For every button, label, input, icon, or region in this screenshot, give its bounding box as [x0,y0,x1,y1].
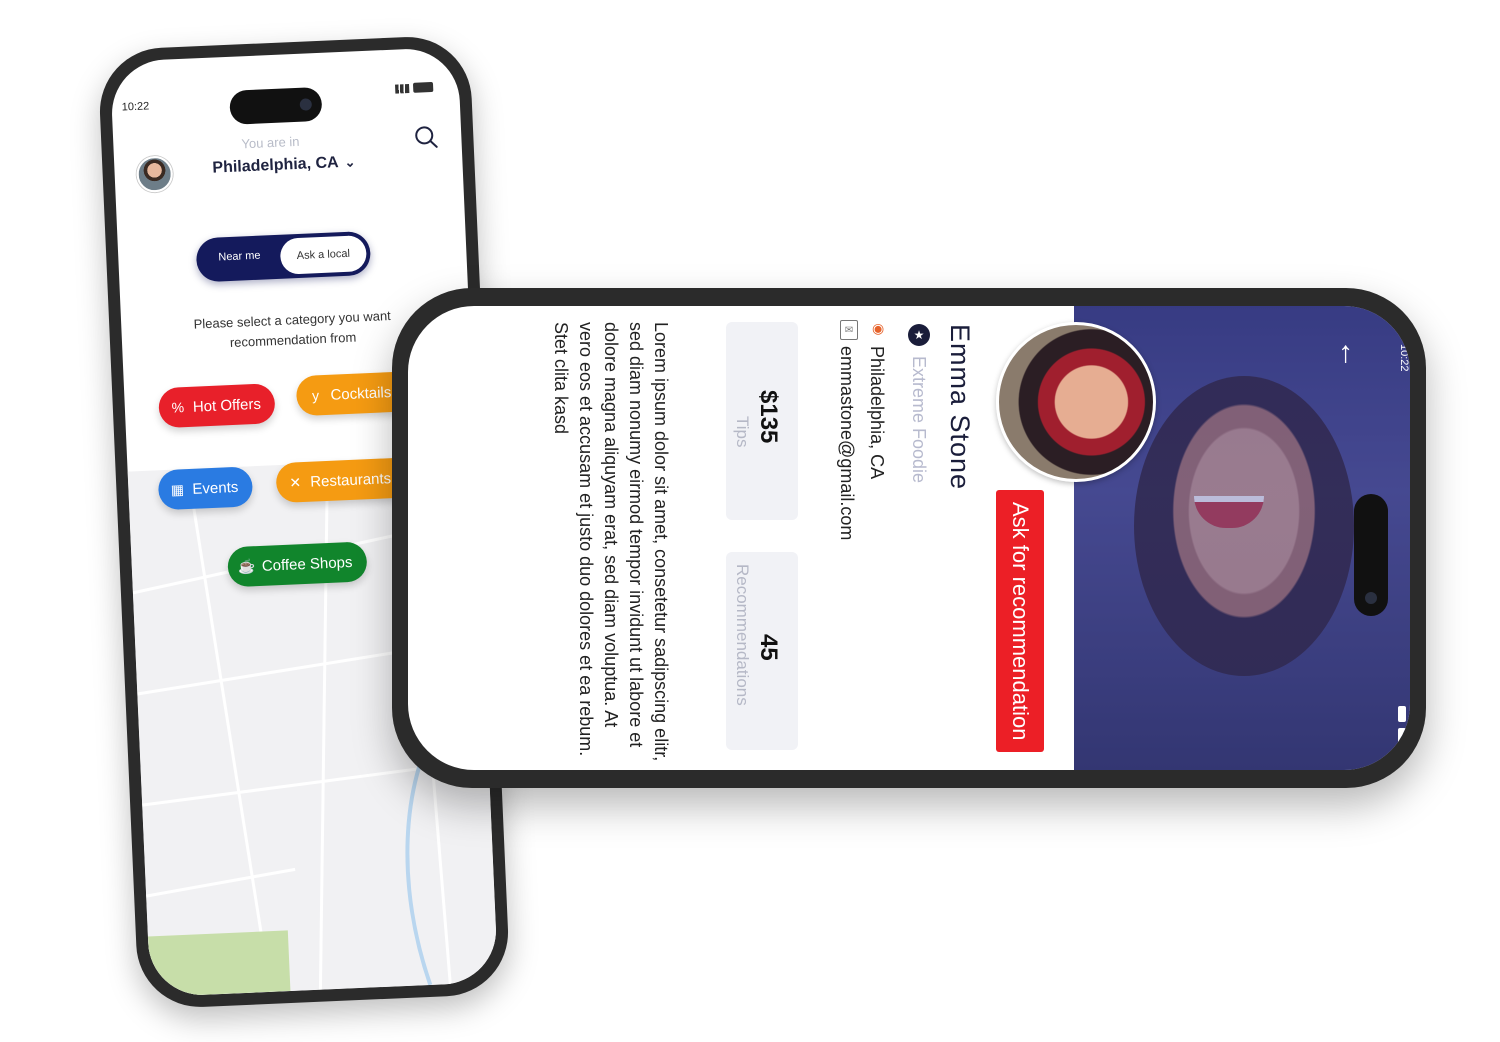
badge-icon: ★ [908,324,930,346]
fork-knife-icon: ✕ [289,473,302,491]
profile-name: Emma Stone [945,324,975,491]
user-avatar[interactable] [135,155,174,193]
category-label: Events [192,478,239,498]
dynamic-island [1354,494,1388,616]
chevron-down-icon: ⌄ [344,154,356,170]
category-label: Hot Offers [192,395,262,416]
status-time: 10:22 [121,100,150,114]
cocktail-icon: y [311,387,320,404]
battery-icon [412,81,434,93]
stat-value: $135 [755,390,782,444]
status-icons [1398,706,1406,744]
stat-recommendations: 45 Recommendations [726,552,798,750]
stat-value: 45 [755,634,782,661]
profile-email[interactable]: emmastone@gmail.com [836,346,857,540]
profile-tier: Extreme Foodie [909,356,929,484]
category-events[interactable]: ▦ Events [157,466,254,511]
city-selector[interactable]: Philadelphia, CA ⌄ [212,153,356,177]
battery-icon [1398,728,1406,744]
category-label: Coffee Shops [261,553,353,575]
stat-label: Tips [733,416,752,448]
dynamic-island [229,86,323,125]
percent-badge-icon: % [171,399,185,416]
search-icon[interactable] [413,124,440,151]
signal-icon [394,83,410,94]
category-label: Restaurants [309,469,392,491]
mail-icon: ✉ [840,320,858,340]
phone-landscape-screen: 10:22 ↑ Ask for recommendation Emma Ston… [408,306,1410,770]
status-icons [394,81,434,94]
status-time: 10:22 [1398,344,1410,372]
ask-for-recommendation-button[interactable]: Ask for recommendation [996,490,1044,752]
stat-tips: $135 Tips [726,322,798,520]
phone-landscape: 10:22 ↑ Ask for recommendation Emma Ston… [392,288,1426,788]
coffee-cup-icon: ☕ [237,557,256,575]
stat-label: Recommendations [733,564,752,706]
arrow-up-icon[interactable]: ↑ [1338,336,1353,370]
category-prompt: Please select a category you want recomm… [193,308,392,351]
calendar-icon: ▦ [170,480,185,498]
profile-avatar [996,322,1156,482]
category-coffee-shops[interactable]: ☕ Coffee Shops [227,541,368,588]
category-label: Cocktails [330,383,392,404]
toggle-near-me[interactable]: Near me [218,250,261,264]
location-pin-icon: ◉ [872,320,885,336]
location-prompt: You are in [241,133,300,152]
profile-bio: Lorem ipsum dolor sit amet, consetetur s… [551,322,671,762]
signal-icon [1398,706,1406,722]
profile-location: Philadelphia, CA [867,346,887,480]
mode-toggle[interactable]: Near me Ask a local [195,230,372,283]
toggle-ask-a-local[interactable]: Ask a local [279,235,368,275]
category-hot-offers[interactable]: % Hot Offers [158,383,276,429]
city-label: Philadelphia, CA [212,154,339,177]
